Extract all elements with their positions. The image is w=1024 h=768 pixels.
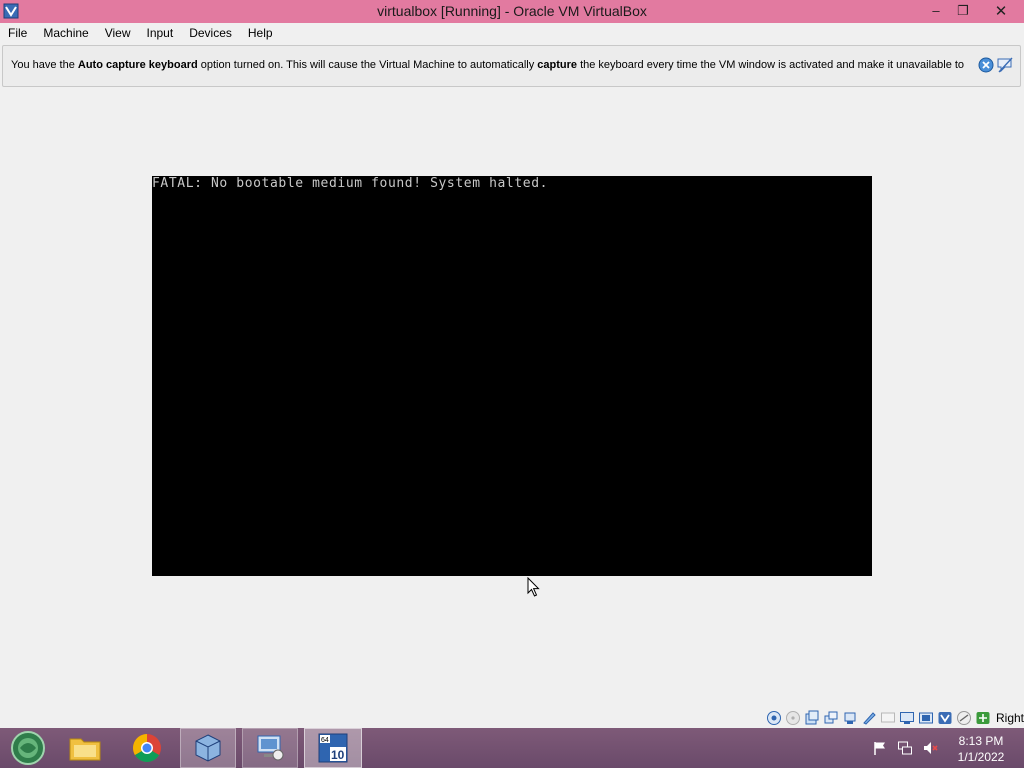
menu-view[interactable]: View [97, 23, 139, 44]
menu-devices[interactable]: Devices [181, 23, 240, 44]
clock-time: 8:13 PM [958, 734, 1004, 748]
network-icon[interactable] [823, 710, 839, 726]
banner-message: You have the Auto capture keyboard optio… [11, 59, 964, 71]
restore-button[interactable]: ❐ [950, 0, 976, 21]
auto-capture-banner: You have the Auto capture keyboard optio… [2, 45, 1021, 87]
virtualbox-vm-button[interactable]: 64 10 [304, 728, 362, 768]
file-explorer-button[interactable] [60, 728, 110, 768]
menu-help[interactable]: Help [240, 23, 281, 44]
vm-status-bar: Right Ctrl [766, 709, 1024, 727]
system-tray [872, 738, 947, 758]
title-bar[interactable]: virtualbox [Running] - Oracle VM Virtual… [0, 0, 1024, 23]
network-tray-icon[interactable] [897, 740, 913, 756]
virtualbox-manager-button[interactable] [180, 728, 236, 768]
display-icon[interactable] [880, 710, 896, 726]
mouse-integration-icon[interactable] [937, 710, 953, 726]
start-button[interactable] [4, 728, 52, 768]
menu-file[interactable]: File [0, 23, 35, 44]
volume-muted-icon[interactable] [922, 740, 938, 756]
vm-boot-message: FATAL: No bootable medium found! System … [152, 176, 549, 191]
mouse-pointer-icon [527, 577, 540, 597]
banner-text-1: You have the [11, 59, 78, 71]
menu-machine[interactable]: Machine [35, 23, 96, 44]
monitor-network-icon [257, 735, 284, 761]
taskbar-clock[interactable]: 8:13 PM 1/1/2022 [944, 733, 1018, 765]
taskbar: 64 10 [0, 728, 1024, 768]
chrome-button[interactable] [120, 728, 174, 768]
optical-drive-icon[interactable] [785, 710, 801, 726]
close-icon[interactable] [978, 57, 994, 73]
video-capture-icon[interactable] [899, 710, 915, 726]
host-key-label[interactable]: Right Ctrl [996, 711, 1024, 725]
banner-text-3: the keyboard every time the VM window is… [577, 59, 965, 71]
svg-text:64: 64 [321, 737, 329, 744]
minimize-button[interactable]: – [922, 0, 950, 21]
hard-disk-icon[interactable] [766, 710, 782, 726]
clock-date: 1/1/2022 [957, 750, 1005, 764]
chrome-icon [133, 734, 161, 762]
audio-icon[interactable] [804, 710, 820, 726]
menu-bar: File Machine View Input Devices Help [0, 23, 1024, 44]
vm-display[interactable]: FATAL: No bootable medium found! System … [152, 176, 872, 576]
menu-input[interactable]: Input [139, 23, 182, 44]
keyboard-icon[interactable] [975, 710, 991, 726]
action-center-flag-icon[interactable] [872, 740, 888, 756]
usb-icon[interactable] [842, 710, 858, 726]
svg-text:10: 10 [331, 748, 345, 762]
banner-text-2: option turned on. This will cause the Vi… [197, 59, 538, 71]
folder-icon [69, 738, 101, 761]
window-title: virtualbox [Running] - Oracle VM Virtual… [377, 3, 647, 19]
close-button[interactable]: ✕ [979, 0, 1023, 21]
virtualbox-cube-icon [195, 734, 221, 762]
start-orb-icon [11, 731, 45, 765]
keyboard-capture-icon[interactable] [956, 710, 972, 726]
shared-folder-icon[interactable] [861, 710, 877, 726]
virtualization-icon[interactable] [918, 710, 934, 726]
vm-windows-10-icon: 64 10 [318, 733, 348, 763]
banner-bold-2: capture [537, 59, 578, 71]
network-app-button[interactable] [242, 728, 298, 768]
do-not-show-again-icon[interactable] [996, 56, 1014, 74]
banner-bold-1: Auto capture keyboard [77, 59, 198, 71]
